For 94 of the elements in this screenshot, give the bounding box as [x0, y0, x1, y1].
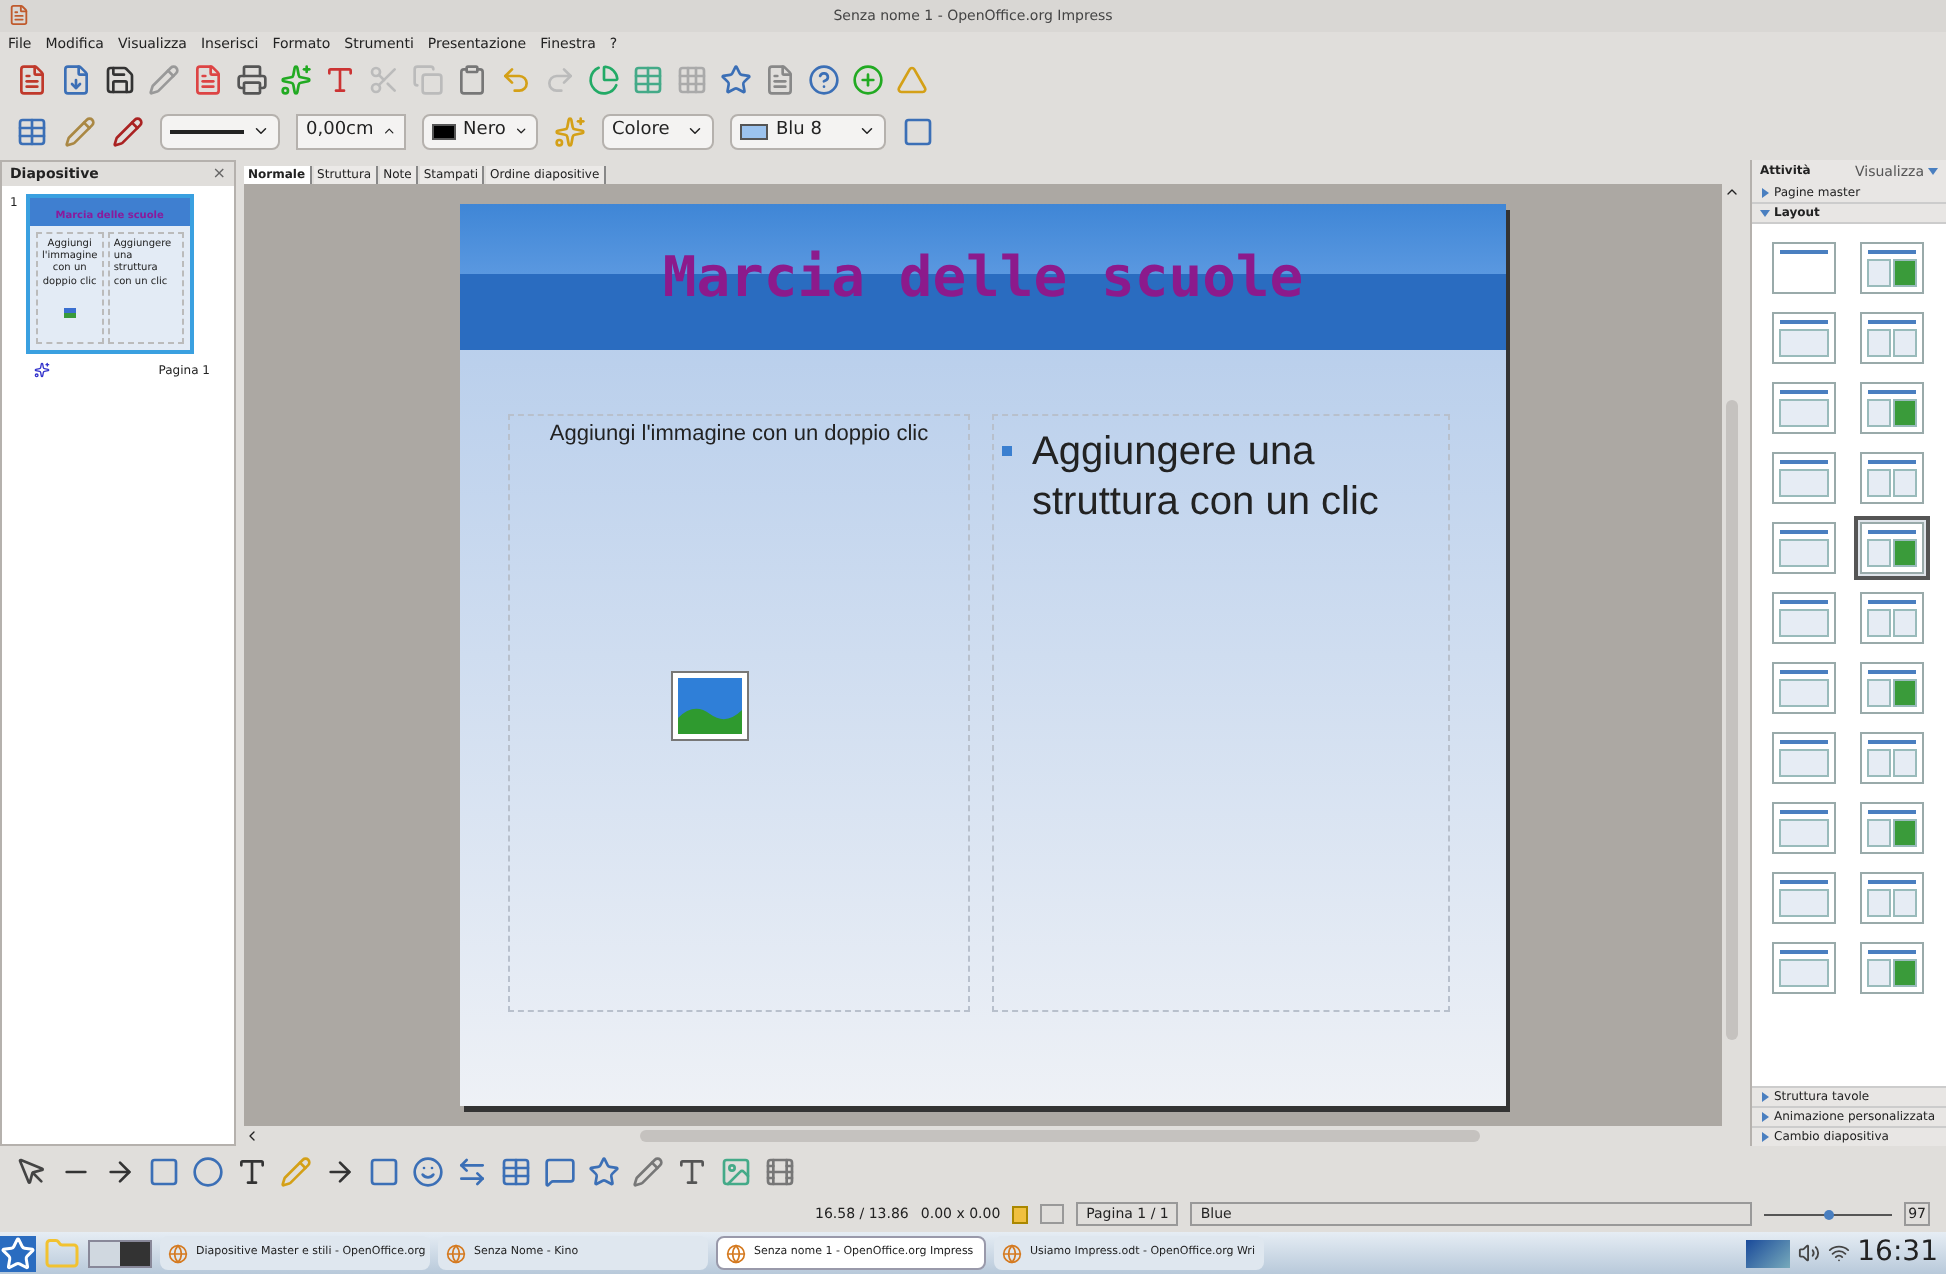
bullet-icon: [1002, 445, 1012, 456]
line-style-select[interactable]: [160, 113, 280, 150]
layout-icon: [1859, 871, 1923, 924]
line-color-icon[interactable]: [112, 115, 144, 148]
image-icon[interactable]: [720, 1155, 752, 1188]
transition-icon: [34, 362, 50, 379]
points-icon[interactable]: [632, 1155, 664, 1188]
line-width-field[interactable]: 0,00cm: [296, 113, 406, 150]
app-icon: [8, 4, 30, 27]
layout-icon: [1772, 591, 1836, 644]
fontwork-icon[interactable]: [676, 1155, 708, 1188]
chart-icon[interactable]: [588, 63, 620, 96]
layout-icon: [1859, 311, 1923, 364]
close-button[interactable]: ×: [212, 161, 226, 186]
zoom-thumb[interactable]: [1824, 1209, 1835, 1220]
flowchart-icon[interactable]: [500, 1155, 532, 1188]
pencil-icon[interactable]: [148, 63, 180, 96]
color-swatch: [432, 123, 456, 140]
layout-icon: [1859, 451, 1923, 504]
save-icon[interactable]: [104, 63, 136, 96]
new-slide-icon[interactable]: [852, 63, 884, 96]
image-placeholder[interactable]: Aggiungi l'immagine con un doppio clic: [508, 413, 970, 1012]
layout-thumbnail[interactable]: [1853, 515, 1929, 580]
layout-icon: [1772, 381, 1836, 434]
spellcheck-icon[interactable]: [280, 63, 312, 96]
tray-icon: [1745, 1239, 1790, 1267]
color-swatch: [740, 123, 768, 140]
line-color-select[interactable]: Nero: [422, 113, 538, 150]
open-icon[interactable]: [60, 63, 92, 96]
layout-icon: [1859, 381, 1923, 434]
placeholder-text: Aggiungi l'immagine con un doppio clic: [549, 419, 929, 450]
autospell-icon[interactable]: [324, 63, 356, 96]
desktop-pager[interactable]: [88, 1239, 152, 1267]
symbol-icon[interactable]: [412, 1155, 444, 1188]
paste-icon[interactable]: [456, 63, 488, 96]
layout-icon: [1772, 941, 1836, 994]
window-icon: [1002, 1243, 1022, 1263]
shapes-icon[interactable]: [368, 1155, 400, 1188]
callout-icon[interactable]: [544, 1155, 576, 1188]
extrusion-icon[interactable]: [764, 1155, 796, 1188]
network-icon[interactable]: [1827, 1242, 1850, 1264]
connector-icon[interactable]: [324, 1155, 356, 1188]
layout-icon: [1859, 591, 1923, 644]
line-sample-icon: [170, 129, 244, 134]
star-icon[interactable]: [720, 63, 752, 96]
image-icon: [63, 307, 76, 318]
window-icon: [726, 1243, 746, 1263]
picture-icon[interactable]: [669, 670, 749, 743]
star-icon[interactable]: [588, 1155, 620, 1188]
signature-field: [1040, 1204, 1065, 1225]
layout-icon: [1772, 241, 1836, 294]
volume-icon[interactable]: [1797, 1242, 1820, 1264]
slide-title: Marcia delle scuole: [662, 241, 1304, 314]
collapsed-arrow-icon: [1760, 187, 1770, 198]
zoom-slider[interactable]: [1764, 1206, 1893, 1223]
layout-icon: [1859, 521, 1923, 574]
help-icon[interactable]: [808, 63, 840, 96]
expanded-arrow-icon: [1760, 207, 1770, 218]
window-icon: [446, 1243, 466, 1263]
layout-icon: [1772, 871, 1836, 924]
block-arrow-icon[interactable]: [456, 1155, 488, 1188]
layout-icon: [1772, 521, 1836, 574]
area-color-select[interactable]: Blu 8: [730, 113, 886, 150]
line-style-icon[interactable]: [16, 115, 48, 148]
page-icon[interactable]: [764, 63, 796, 96]
pdf-icon[interactable]: [192, 63, 224, 96]
text-icon[interactable]: [236, 1155, 268, 1188]
print-icon[interactable]: [236, 63, 268, 96]
start-menu-icon[interactable]: [0, 1235, 36, 1271]
layout-icon: [1859, 731, 1923, 784]
outline-placeholder[interactable]: Aggiungere una struttura con un clic: [992, 413, 1450, 1012]
outline-text: Aggiungere una struttura con un clic: [1032, 427, 1381, 528]
layout-icon: [1772, 451, 1836, 504]
layout-icon: [1772, 801, 1836, 854]
layout-icon: [1772, 311, 1836, 364]
clock: 16:31: [1857, 1234, 1940, 1272]
layout-icon: [1859, 661, 1923, 714]
layout-icon: [1859, 801, 1923, 854]
window-icon: [168, 1243, 188, 1263]
table-icon[interactable]: [632, 63, 664, 96]
scroll-left-icon[interactable]: [244, 1128, 260, 1145]
select-icon[interactable]: [16, 1155, 48, 1188]
layout-icon: [1772, 661, 1836, 714]
layout-icon: [1859, 241, 1923, 294]
pen-icon[interactable]: [64, 115, 96, 148]
layout-icon: [1859, 941, 1923, 994]
area-style-select[interactable]: Colore: [602, 113, 714, 150]
ellipse-icon[interactable]: [192, 1155, 224, 1188]
new-document-icon[interactable]: [16, 63, 48, 96]
rectangle-icon[interactable]: [148, 1155, 180, 1188]
shadow-icon[interactable]: [902, 115, 934, 148]
modified-icon: [1012, 1205, 1029, 1224]
expanded-arrow-icon: [1928, 166, 1938, 177]
layout-icon: [1772, 731, 1836, 784]
